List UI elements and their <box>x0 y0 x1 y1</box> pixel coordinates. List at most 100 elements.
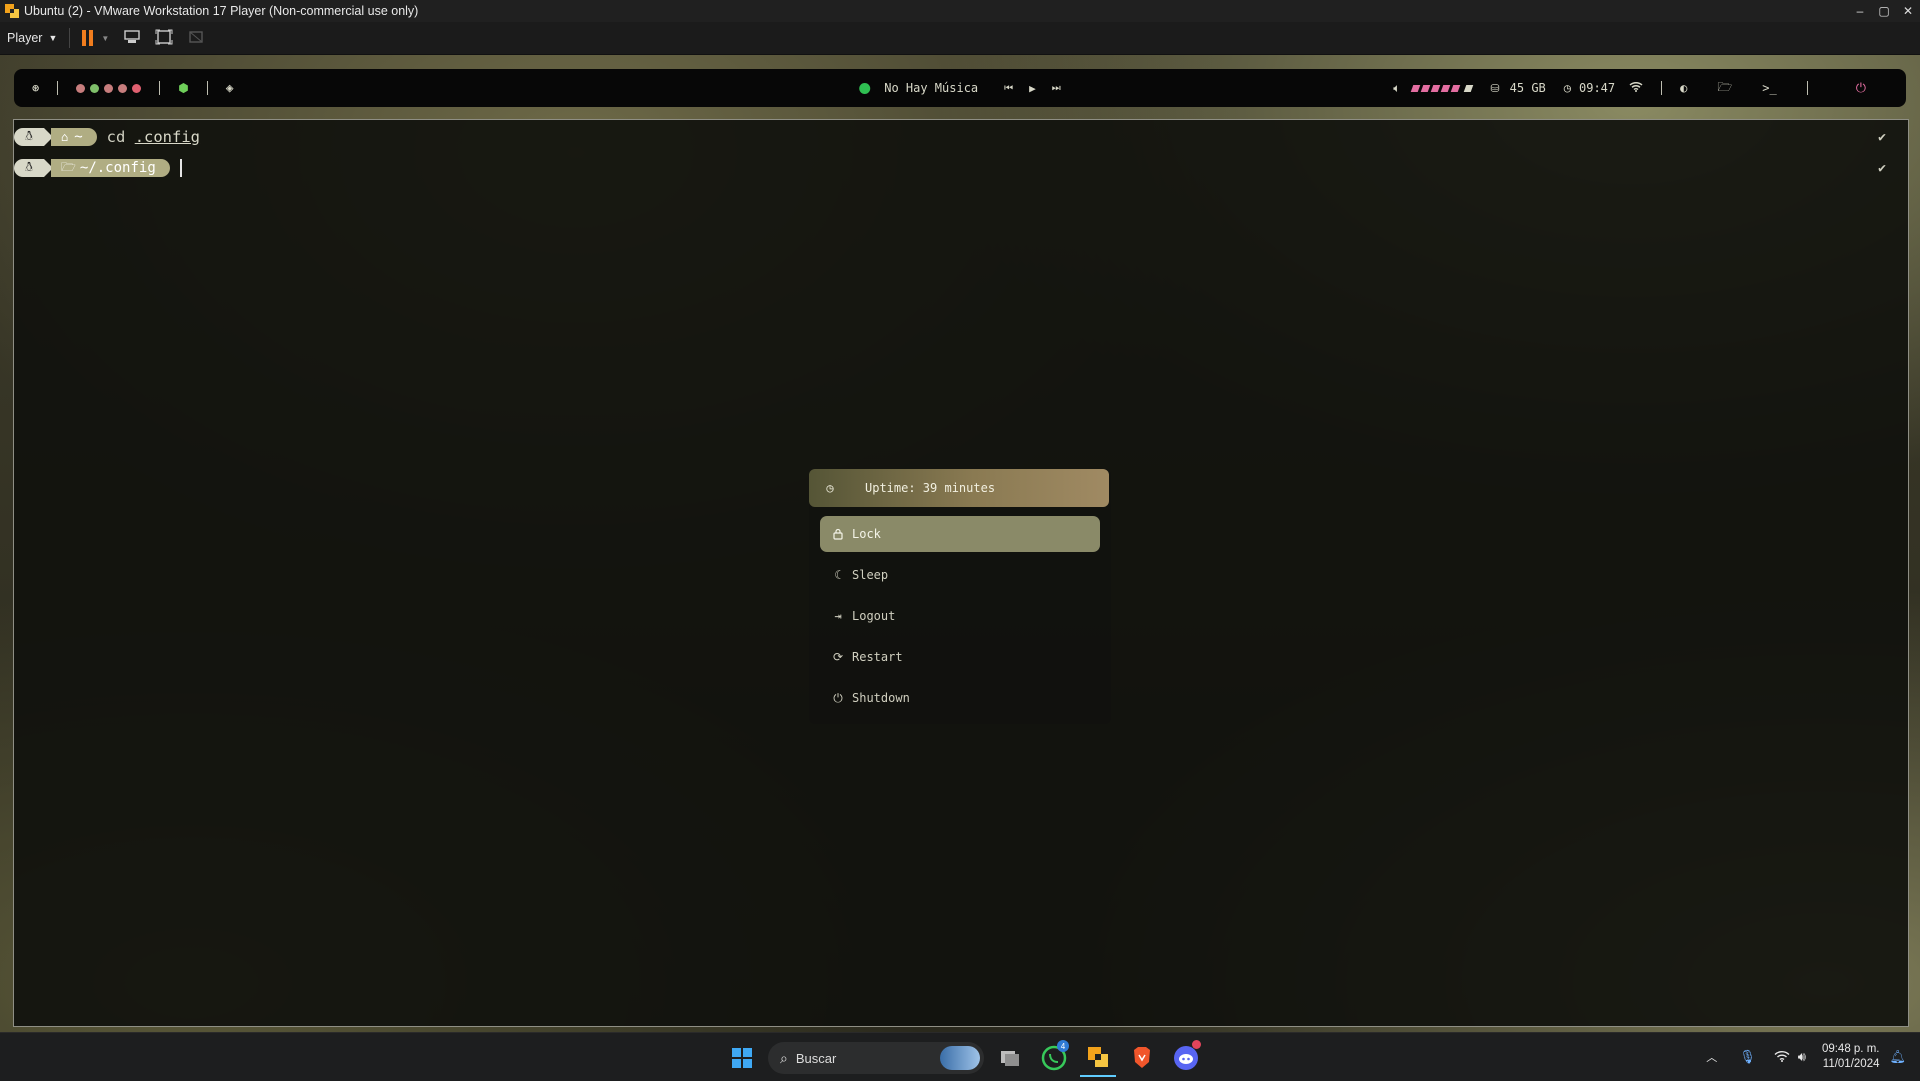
shutdown-button[interactable]: ⏻ Shutdown <box>820 680 1100 716</box>
text-cursor <box>179 159 182 177</box>
folder-icon[interactable]: 🗁︎ <box>1717 78 1732 99</box>
bar-divider <box>159 81 161 95</box>
cube-icon[interactable]: ⬢ <box>178 81 188 95</box>
home-icon: ⌂ <box>61 130 69 144</box>
logout-label: Logout <box>852 609 896 623</box>
status-modules: 🔈︎ ⛁ 45 GB ◷ 09:47 ◐ 🗁︎ >_ ⏻ <box>1393 78 1866 99</box>
restart-icon: ⟳ <box>832 650 844 664</box>
bar-divider <box>1806 81 1808 95</box>
logout-button[interactable]: ⇥ Logout <box>820 598 1100 634</box>
wifi-icon[interactable] <box>1629 81 1643 95</box>
disk-icon: ⛁ <box>1490 81 1500 95</box>
lock-button[interactable]: Lock <box>820 516 1100 552</box>
workspace-1[interactable] <box>76 83 86 93</box>
sleep-button[interactable]: ☾ Sleep <box>820 557 1100 593</box>
clock-icon: ◷ <box>826 481 834 495</box>
whatsapp-badge: 4 <box>1057 1040 1069 1052</box>
search-icon: ⌕ <box>780 1049 788 1066</box>
prompt-line-2: 🐧︎ 🗁︎ ~/.config ✔ <box>14 158 1908 178</box>
restart-label: Restart <box>852 650 903 664</box>
prompt-path: ⌂ ~ <box>51 128 97 146</box>
next-track-icon[interactable]: ⏭ <box>1052 83 1061 94</box>
uptime-header: ◷ Uptime: 39 minutes <box>809 469 1109 507</box>
toolbar-divider <box>69 28 71 48</box>
workspace-3[interactable] <box>104 83 114 93</box>
play-icon[interactable]: ▶ <box>1029 82 1036 95</box>
microphone-icon[interactable]: 🎙︎ <box>1739 1049 1756 1065</box>
uptime-label: Uptime: 39 minutes <box>865 481 996 495</box>
lock-label: Lock <box>852 527 881 541</box>
shutdown-label: Shutdown <box>852 691 910 705</box>
power-menu: ◷ Uptime: 39 minutes Lock ☾ Sleep ⇥ Logo… <box>809 469 1111 724</box>
logout-icon: ⇥ <box>834 609 842 623</box>
music-status: No Hay Música <box>884 81 979 95</box>
taskbar-time: 09:48 p. m. <box>1821 1043 1880 1055</box>
linux-icon: 🐧︎ <box>14 128 44 146</box>
chevron-down-icon: ▼ <box>48 33 58 43</box>
launcher-icon[interactable]: ⊛ <box>32 81 39 95</box>
start-button[interactable] <box>724 1040 760 1076</box>
player-menu-label: Player <box>7 31 43 45</box>
vmware-toolbar: Player ▼ ▼ <box>0 22 1920 55</box>
pause-icon[interactable] <box>82 30 94 46</box>
sleep-label: Sleep <box>852 568 889 582</box>
pause-dropdown-icon[interactable]: ▼ <box>101 34 109 43</box>
lock-icon <box>828 528 848 540</box>
fullscreen-icon[interactable] <box>155 29 173 48</box>
discord-badge <box>1192 1040 1201 1049</box>
task-view-icon[interactable] <box>992 1040 1028 1076</box>
workspace-4[interactable] <box>118 83 128 93</box>
window-title: Ubuntu (2) - VMware Workstation 17 Playe… <box>24 4 419 18</box>
volume-icon[interactable]: 🔈︎ <box>1393 81 1400 96</box>
restart-button[interactable]: ⟳ Restart <box>820 639 1100 675</box>
whatsapp-icon[interactable]: 4 <box>1036 1040 1072 1076</box>
search-placeholder: Buscar <box>795 1050 837 1066</box>
workspace-5[interactable] <box>132 83 142 93</box>
success-check-icon: ✔ <box>1878 160 1886 176</box>
volume-level[interactable] <box>1411 84 1474 92</box>
command: cd .config <box>106 128 201 146</box>
theme-toggle-icon[interactable]: ◐ <box>1680 81 1687 95</box>
success-check-icon: ✔ <box>1878 129 1886 145</box>
vmware-titlebar: Ubuntu (2) - VMware Workstation 17 Playe… <box>0 0 1920 22</box>
wifi-icon[interactable] <box>1774 1050 1790 1065</box>
bar-divider <box>57 81 59 95</box>
vmware-app-icon <box>4 3 20 19</box>
minimize-button[interactable]: – <box>1848 0 1872 22</box>
system-tray: ︿ 🎙︎ 🔊︎ 09:48 p. m. 11/01/2024 🔔︎ <box>1706 1033 1920 1081</box>
moon-icon: ☾ <box>834 568 842 582</box>
gem-icon[interactable]: ◈ <box>226 81 234 96</box>
terminal-icon[interactable]: >_ <box>1762 81 1776 95</box>
power-icon[interactable]: ⏻ <box>1856 81 1866 96</box>
workspace-2[interactable] <box>90 83 100 93</box>
folder-open-icon: 🗁︎ <box>61 159 76 174</box>
guest-desktop: ⊛ ⬢ ◈ No Hay Música ⏮ ▶ ⏭ 🔈︎ ⛁ 45 GB ◷ 0… <box>0 55 1920 1032</box>
workspaces <box>76 83 142 93</box>
vmware-taskbar-icon[interactable] <box>1080 1039 1116 1077</box>
maximize-button[interactable]: ▢ <box>1872 0 1896 22</box>
taskbar-search[interactable]: ⌕ Buscar <box>768 1042 984 1074</box>
top-bar: ⊛ ⬢ ◈ No Hay Música ⏮ ▶ ⏭ 🔈︎ ⛁ 45 GB ◷ 0… <box>14 69 1906 107</box>
power-icon: ⏻ <box>833 690 843 705</box>
send-ctrl-alt-del-icon[interactable] <box>123 29 141 48</box>
bar-time: 09:47 <box>1579 81 1616 95</box>
spotify-icon <box>859 82 871 94</box>
taskbar-clock[interactable]: 09:48 p. m. 11/01/2024 <box>1822 1042 1880 1072</box>
unity-mode-icon[interactable] <box>187 29 205 48</box>
prompt-line-1: 🐧︎ ⌂ ~ cd .config ✔ <box>14 127 1908 147</box>
speaker-icon[interactable]: 🔊︎ <box>1798 1049 1806 1065</box>
player-menu[interactable]: Player ▼ <box>7 31 57 45</box>
bar-divider <box>1661 81 1663 95</box>
linux-icon: 🐧︎ <box>14 159 44 177</box>
taskbar-date: 11/01/2024 <box>1822 1058 1880 1070</box>
close-button[interactable]: ✕ <box>1896 0 1920 22</box>
prompt-path: 🗁︎ ~/.config <box>51 159 170 177</box>
disk-usage: 45 GB <box>1509 81 1546 95</box>
notification-bell-icon[interactable]: 🔔︎ <box>1889 1049 1906 1065</box>
brave-icon[interactable] <box>1124 1040 1160 1076</box>
show-hidden-icons-icon[interactable]: ︿ <box>1706 1049 1717 1065</box>
previous-track-icon[interactable]: ⏮ <box>1004 83 1013 94</box>
media-module: No Hay Música ⏮ ▶ ⏭ <box>859 81 1061 95</box>
search-highlight-icon <box>940 1046 980 1070</box>
discord-icon[interactable] <box>1168 1040 1204 1076</box>
